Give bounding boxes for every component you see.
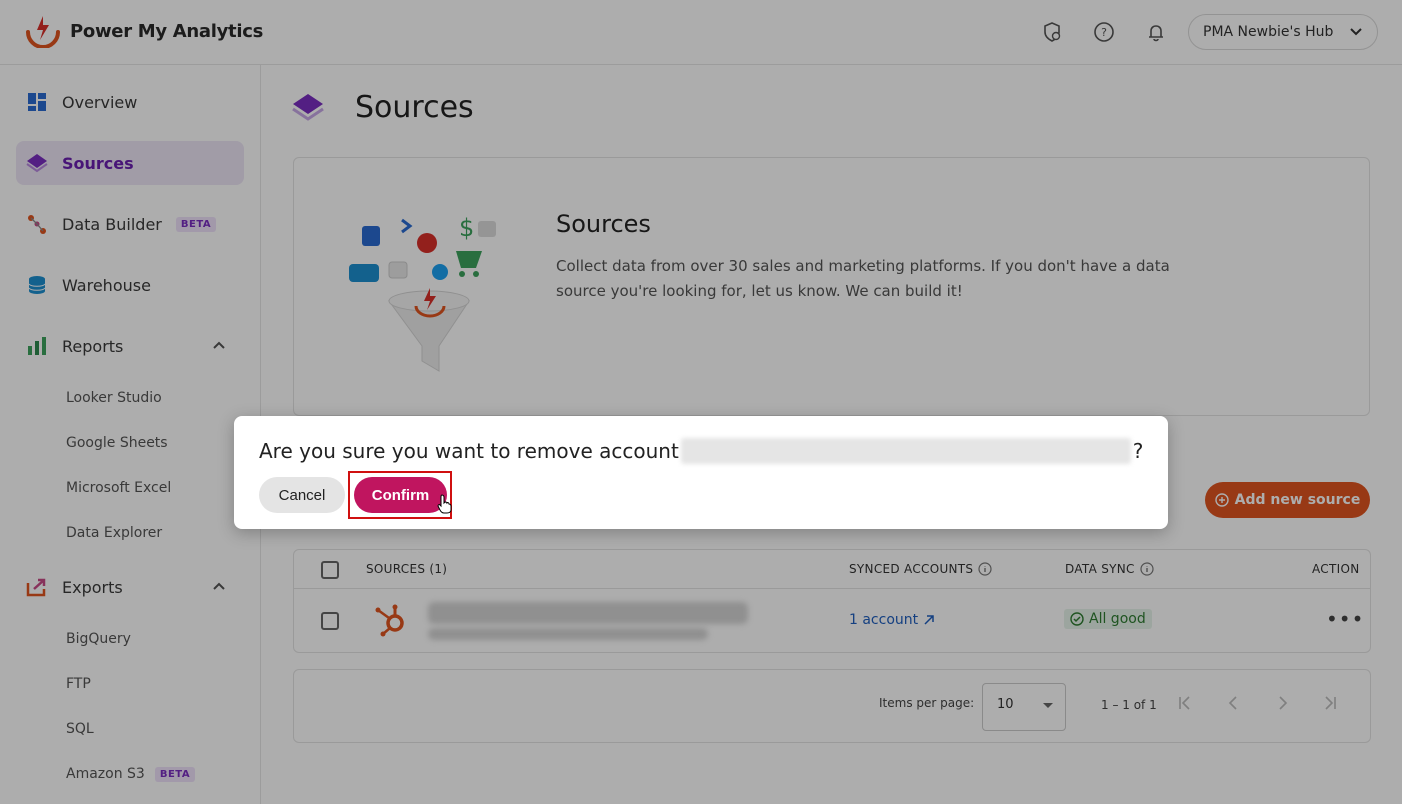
hand-cursor-icon — [437, 494, 452, 514]
modal-backdrop[interactable] — [0, 0, 1402, 804]
confirm-button[interactable]: Confirm — [354, 477, 447, 513]
question-mark: ? — [1132, 439, 1144, 463]
redacted-account-name — [680, 438, 1131, 464]
remove-account-dialog: Are you sure you want to remove account … — [234, 416, 1168, 529]
dialog-question-text: Are you sure you want to remove account — [259, 439, 679, 463]
cancel-button[interactable]: Cancel — [259, 477, 345, 513]
dialog-question: Are you sure you want to remove account … — [259, 438, 1143, 464]
